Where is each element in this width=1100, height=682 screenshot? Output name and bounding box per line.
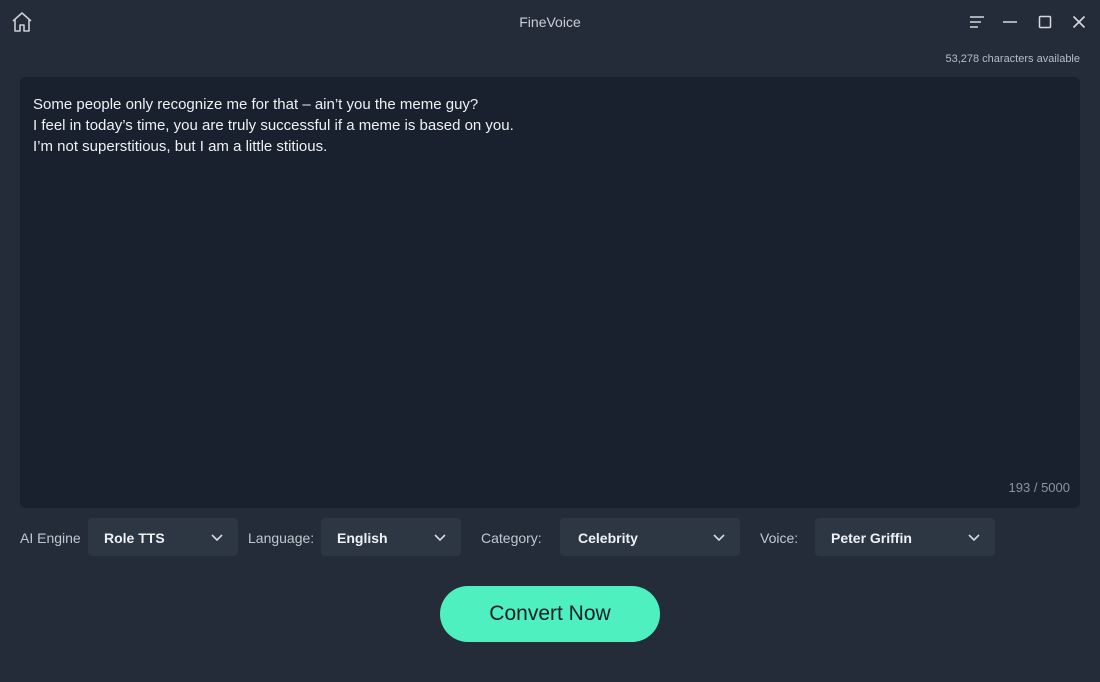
character-counter: 193 / 5000 [1008,480,1070,495]
title-bar: FineVoice [0,0,1100,44]
ai-engine-dropdown[interactable]: Role TTS [88,518,238,556]
convert-now-button[interactable]: Convert Now [440,586,660,642]
language-label: Language: [248,530,315,546]
category-dropdown[interactable]: Celebrity [560,518,740,556]
menu-icon[interactable] [966,11,988,33]
voice-label: Voice: [760,530,799,546]
chevron-down-icon [210,531,224,543]
category-value: Celebrity [578,530,638,546]
maximize-icon[interactable] [1034,11,1056,33]
voice-dropdown[interactable]: Peter Griffin [815,518,995,556]
characters-available: 53,278 characters available [945,53,1080,65]
voice-value: Peter Griffin [831,530,912,546]
chevron-down-icon [433,531,447,543]
text-editor[interactable]: Some people only recognize me for that –… [20,77,1080,508]
chevron-down-icon [967,531,981,543]
editor-content[interactable]: Some people only recognize me for that –… [33,94,1067,157]
app-title: FineVoice [519,14,581,30]
editor-line: I’m not superstitious, but I am a little… [33,138,328,155]
category-label: Category: [481,530,542,546]
minimize-icon[interactable] [999,11,1021,33]
ai-engine-label: AI Engine [20,530,81,546]
language-value: English [337,530,388,546]
chevron-down-icon [712,531,726,543]
editor-line: Some people only recognize me for that –… [33,96,479,113]
close-icon[interactable] [1068,11,1090,33]
ai-engine-value: Role TTS [104,530,165,546]
language-dropdown[interactable]: English [321,518,461,556]
editor-line: I feel in today’s time, you are truly su… [33,117,514,134]
